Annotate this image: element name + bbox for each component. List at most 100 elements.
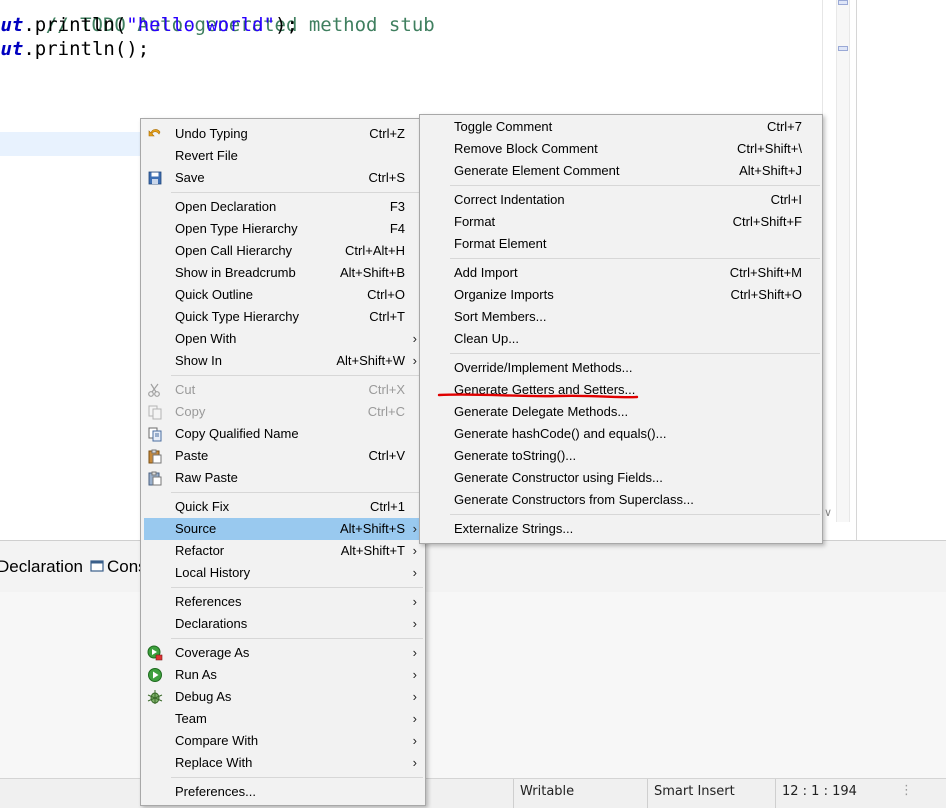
chevron-right-icon: › [412,543,417,558]
chevron-right-icon: › [412,733,417,748]
menu-item-team[interactable]: Team › [141,708,425,730]
menu-item-show-in[interactable]: Show In Alt+Shift+W › [141,350,425,372]
menu-item-shortcut: Alt+Shift+S [339,521,405,536]
menu-item-refactor[interactable]: Refactor Alt+Shift+T › [141,540,425,562]
menu-item-replace-with[interactable]: Replace With › [141,752,425,774]
menu-item-copy[interactable]: Copy Ctrl+C [141,401,425,423]
menu-item-compare-with[interactable]: Compare With › [141,730,425,752]
menu-item-raw-paste[interactable]: Raw Paste [141,467,425,489]
menu-separator [450,353,820,354]
submenu-item-add-import[interactable]: Add Import Ctrl+Shift+M [420,262,822,284]
submenu-item-generate-hashcode-equals[interactable]: Generate hashCode() and equals()... [420,423,822,445]
menu-item-declarations[interactable]: Declarations › [141,613,425,635]
menu-item-shortcut: Ctrl+Shift+O [730,287,802,302]
overview-ruler[interactable] [836,0,850,522]
chevron-right-icon: › [412,711,417,726]
menu-item-local-history[interactable]: Local History › [141,562,425,584]
submenu-item-generate-getters-setters[interactable]: Generate Getters and Setters... [420,379,822,401]
submenu-item-generate-element-comment[interactable]: Generate Element Comment Alt+Shift+J [420,160,822,182]
code-line-2: out.println("hello world"); [0,13,298,37]
status-insert-mode: Smart Insert [647,779,774,808]
run-icon [148,668,162,682]
current-line-highlight [0,132,160,156]
submenu-item-externalize-strings[interactable]: Externalize Strings... [420,518,822,540]
menu-item-open-call-hierarchy[interactable]: Open Call Hierarchy Ctrl+Alt+H [141,240,425,262]
menu-item-open-type-hierarchy[interactable]: Open Type Hierarchy F4 [141,218,425,240]
menu-item-shortcut: F4 [389,221,405,236]
code-line-1: // TODO Auto-generated method stub [0,0,435,36]
menu-separator [450,258,820,259]
menu-item-label: Correct Indentation [454,192,565,207]
status-cursor-position: 12 : 1 : 194 [775,779,892,808]
menu-separator [171,375,423,376]
submenu-item-generate-tostring[interactable]: Generate toString()... [420,445,822,467]
paste-icon [148,449,162,464]
menu-item-shortcut: Alt+Shift+T [340,543,405,558]
submenu-item-organize-imports[interactable]: Organize Imports Ctrl+Shift+O [420,284,822,306]
menu-item-show-in-breadcrumb[interactable]: Show in Breadcrumb Alt+Shift+B [141,262,425,284]
ruler-marker[interactable] [838,46,848,51]
tab-declaration[interactable]: Declaration [0,551,83,583]
submenu-item-generate-delegate-methods[interactable]: Generate Delegate Methods... [420,401,822,423]
coverage-icon [147,645,163,661]
menu-item-label: Toggle Comment [454,119,553,134]
submenu-item-clean-up[interactable]: Clean Up... [420,328,822,350]
tab-console[interactable]: Cons [90,551,147,583]
menu-item-label: Generate Constructor using Fields... [454,470,663,485]
menu-item-label: Quick Outline [175,287,254,302]
menu-item-open-with[interactable]: Open With › [141,328,425,350]
menu-item-label: Clean Up... [454,331,520,346]
submenu-item-generate-constructors-superclass[interactable]: Generate Constructors from Superclass... [420,489,822,511]
chevron-right-icon: › [412,594,417,609]
menu-item-cut[interactable]: Cut Ctrl+X [141,379,425,401]
menu-item-label: Team [175,711,207,726]
menu-separator [171,587,423,588]
menu-item-label: Externalize Strings... [454,521,574,536]
raw-paste-icon [148,471,162,486]
ruler-marker[interactable] [838,0,848,5]
menu-item-label: Debug As [175,689,232,704]
cut-icon [148,383,160,397]
menu-separator [171,192,423,193]
code-call: .println(); [23,38,150,60]
menu-item-label: Open Call Hierarchy [175,243,293,258]
submenu-item-toggle-comment[interactable]: Toggle Comment Ctrl+7 [420,116,822,138]
menu-item-shortcut: Ctrl+S [368,170,405,185]
menu-item-references[interactable]: References › [141,591,425,613]
right-side-panel [856,0,946,540]
debug-icon [147,690,163,704]
menu-item-label: Generate Getters and Setters... [454,382,636,397]
submenu-item-format[interactable]: Format Ctrl+Shift+F [420,211,822,233]
menu-item-undo-typing[interactable]: Undo Typing Ctrl+Z [141,123,425,145]
menu-item-label: Override/Implement Methods... [454,360,633,375]
menu-item-quick-type-hierarchy[interactable]: Quick Type Hierarchy Ctrl+T [141,306,425,328]
menu-item-open-declaration[interactable]: Open Declaration F3 [141,196,425,218]
submenu-item-override-implement[interactable]: Override/Implement Methods... [420,357,822,379]
menu-item-source[interactable]: Source Alt+Shift+S › [144,518,422,540]
code-call: .println( [23,14,127,36]
submenu-item-correct-indentation[interactable]: Correct Indentation Ctrl+I [420,189,822,211]
menu-item-paste[interactable]: Paste Ctrl+V [141,445,425,467]
menu-item-shortcut: Ctrl+T [369,309,405,324]
menu-item-preferences[interactable]: Preferences... [141,781,425,803]
menu-item-quick-outline[interactable]: Quick Outline Ctrl+O [141,284,425,306]
menu-item-shortcut: Ctrl+1 [369,499,405,514]
menu-item-save[interactable]: Save Ctrl+S [141,167,425,189]
submenu-item-generate-constructor-fields[interactable]: Generate Constructor using Fields... [420,467,822,489]
menu-item-coverage-as[interactable]: Coverage As › [141,642,425,664]
menu-item-shortcut: Ctrl+I [770,192,802,207]
submenu-item-format-element[interactable]: Format Element [420,233,822,255]
menu-item-quick-fix[interactable]: Quick Fix Ctrl+1 [141,496,425,518]
menu-item-run-as[interactable]: Run As › [141,664,425,686]
menu-item-revert-file[interactable]: Revert File [141,145,425,167]
menu-item-label: Format [454,214,496,229]
menu-item-label: Open Type Hierarchy [175,221,298,236]
menu-item-copy-qualified-name[interactable]: Copy Qualified Name [141,423,425,445]
menu-item-shortcut: Alt+Shift+B [339,265,405,280]
menu-item-label: Generate hashCode() and equals()... [454,426,667,441]
menu-item-shortcut: Ctrl+C [367,404,405,419]
submenu-item-sort-members[interactable]: Sort Members... [420,306,822,328]
chevron-down-icon[interactable]: ∨ [824,506,832,519]
submenu-item-remove-block-comment[interactable]: Remove Block Comment Ctrl+Shift+\ [420,138,822,160]
menu-item-debug-as[interactable]: Debug As › [141,686,425,708]
